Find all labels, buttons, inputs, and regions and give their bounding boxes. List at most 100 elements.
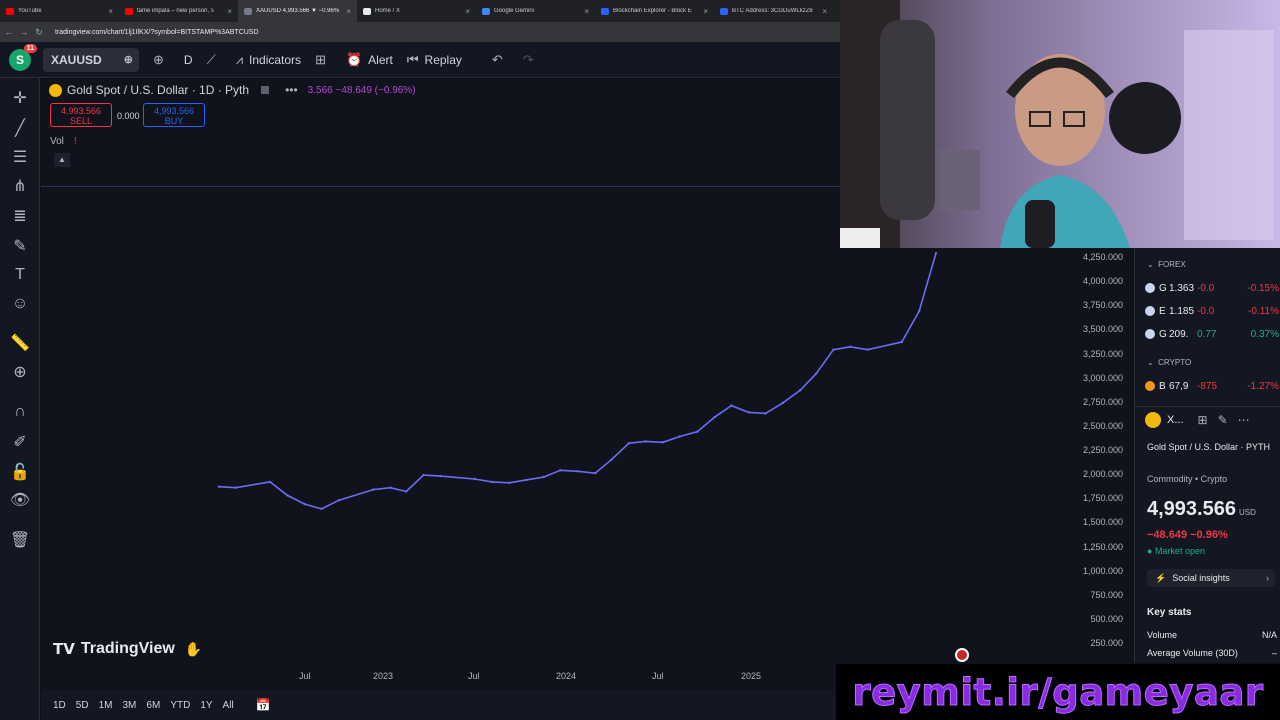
replay-button[interactable]: ⏮ Replay <box>407 52 462 68</box>
emoji-icon[interactable]: ☺ <box>8 292 32 316</box>
price-point <box>559 469 562 472</box>
grid-icon[interactable]: ⊞ <box>1198 413 1208 427</box>
price-point <box>644 440 647 443</box>
browser-tab[interactable]: Home / X × <box>357 0 476 22</box>
watchlist-row[interactable]: G 1.363 -0.0 -0.15% <box>1145 280 1279 296</box>
edit-icon[interactable]: ✎ <box>1218 413 1228 427</box>
more-icon[interactable]: ⋯ <box>1238 413 1250 427</box>
close-icon[interactable]: × <box>703 7 708 16</box>
price-tick-label: 1,000.000 <box>1082 565 1123 576</box>
close-icon[interactable]: × <box>822 7 827 16</box>
detail-category: Commodity • Crypto <box>1147 474 1228 484</box>
redo-button[interactable]: ↷ <box>523 52 540 68</box>
lock-icon[interactable]: 🔓 <box>8 460 32 484</box>
browser-tab[interactable]: YouTube × <box>0 0 119 22</box>
tab-title: Home / X <box>375 8 401 14</box>
range-button[interactable]: 5D <box>76 700 89 711</box>
buy-button[interactable]: 4,993.566 BUY <box>143 103 205 127</box>
avatar[interactable]: S 11 <box>9 43 37 71</box>
collapse-chevron-icon[interactable]: ▲ <box>54 153 70 167</box>
price-point <box>730 404 733 407</box>
market-status: ● Market open <box>1147 546 1205 556</box>
detail-name[interactable]: Gold Spot / U.S. Dollar · PYTH <box>1147 440 1277 454</box>
back-icon[interactable]: ← <box>3 27 15 37</box>
ruler-icon[interactable]: 📏 <box>8 331 32 355</box>
detail-symbol[interactable]: X... <box>1167 414 1184 426</box>
tab-favicon-icon <box>6 7 14 15</box>
text-icon[interactable]: T <box>8 263 32 287</box>
range-button[interactable]: 1M <box>99 700 113 711</box>
alert-button[interactable]: ⏰ Alert <box>346 52 393 68</box>
close-icon[interactable]: × <box>227 7 232 16</box>
horizontal-lines-icon[interactable]: ☰ <box>8 145 32 169</box>
price-point <box>389 486 392 489</box>
watchlist-row[interactable]: G 209. 0.77 0.37% <box>1145 326 1279 342</box>
crosshair-icon[interactable]: ✛ <box>8 86 32 110</box>
watchlist-sym: G <box>1159 282 1167 294</box>
price-point <box>627 442 630 445</box>
fib-icon[interactable]: ≣ <box>8 204 32 228</box>
watchlist-price: 1.185 <box>1169 305 1195 317</box>
compare-icon[interactable]: ⊕ <box>124 53 133 66</box>
trash-icon[interactable]: 🗑 <box>8 528 32 552</box>
tab-title: XAUUSD 4,993.566 ▼ −0.96% <box>256 8 340 14</box>
layouts-button[interactable]: ⊞ <box>315 52 332 68</box>
magnet-icon[interactable]: ∩ <box>8 400 32 424</box>
chart-type-button[interactable]: ⟋ <box>207 52 222 68</box>
browser-tab[interactable]: tame impala – new person, s × <box>119 0 238 22</box>
range-button[interactable]: 6M <box>146 700 160 711</box>
us-flag-icon <box>955 648 969 662</box>
reload-icon[interactable]: ↻ <box>33 27 45 38</box>
range-button[interactable]: All <box>223 700 234 711</box>
grid-icon: ⊞ <box>315 51 326 67</box>
trend-line-icon[interactable]: ╱ <box>8 116 32 140</box>
close-icon[interactable]: × <box>465 7 470 16</box>
zoom-icon[interactable]: ⊕ <box>8 360 32 384</box>
range-button[interactable]: 1D <box>53 700 66 711</box>
close-icon[interactable]: × <box>346 7 351 16</box>
undo-button[interactable]: ↶ <box>492 52 509 68</box>
key-stat-row: Average Volume (30D) – <box>1147 648 1277 658</box>
sell-button[interactable]: 4,993.566 SELL <box>50 103 112 127</box>
eye-icon[interactable]: 👁 <box>8 488 32 512</box>
pitchfork-icon[interactable]: ⋔ <box>8 174 32 198</box>
interval-button[interactable]: D <box>184 53 193 67</box>
tab-title: Blockchain Explorer - Block E <box>613 8 692 14</box>
browser-tab[interactable]: Blockchain Explorer - Block E × <box>595 0 714 22</box>
flag-icon[interactable] <box>261 86 270 94</box>
add-symbol-button[interactable]: ⊕ <box>153 52 170 68</box>
symbol-search[interactable]: XAUUSD ⊕ <box>43 47 139 72</box>
price-point <box>747 411 750 414</box>
more-icon[interactable]: ••• <box>285 83 298 97</box>
price-point <box>610 458 613 461</box>
legend-title: Gold Spot / U.S. Dollar · 1D · Pyth <box>67 83 250 97</box>
watchlist-row[interactable]: E 1.185 -0.0 -0.11% <box>1145 303 1279 319</box>
price-tick-label: 2,000.000 <box>1082 469 1123 480</box>
browser-tab[interactable]: Google Gemini × <box>476 0 595 22</box>
range-button[interactable]: 3M <box>123 700 137 711</box>
browser-tab[interactable]: BTC Address: 3CGDuWLkzZ6 × <box>714 0 833 22</box>
legend-change: 3.566 −48.649 (−0.96%) <box>307 84 416 96</box>
chart-toolbar: S 11 XAUUSD ⊕ ⊕ D ⟋ ⩘ Indicators ⊞ ⏰ Alert ⏮… <box>0 42 842 78</box>
tab-favicon-icon <box>244 7 252 15</box>
indicators-button[interactable]: ⩘ Indicators <box>236 52 301 68</box>
browser-tab[interactable]: XAUUSD 4,993.566 ▼ −0.96% × <box>238 0 357 22</box>
tab-title: tame impala – new person, s <box>137 8 214 14</box>
url-field[interactable]: tradingview.com/chart/1lj1IlKX/?symbol=B… <box>55 29 259 36</box>
forex-section-label[interactable]: ⌄ FOREX <box>1147 260 1186 269</box>
watchlist-row[interactable]: B 67,9 -875 -1.27% <box>1145 378 1279 394</box>
key-stat-value: – <box>1271 648 1277 658</box>
range-button[interactable]: 1Y <box>200 700 212 711</box>
price-point <box>439 474 442 478</box>
lock-drawing-icon[interactable]: ✐ <box>8 430 32 454</box>
brush-icon[interactable]: ✎ <box>8 234 32 258</box>
forward-icon[interactable]: → <box>18 27 30 37</box>
range-button[interactable]: YTD <box>170 700 190 711</box>
watchlist-pct: -1.27% <box>1247 380 1279 392</box>
calendar-icon[interactable]: 📅 <box>256 698 271 712</box>
crypto-section-label[interactable]: ⌄ CRYPTO <box>1147 358 1191 367</box>
line-chart-icon: ⟋ <box>206 51 216 67</box>
social-insights-button[interactable]: ⚡ Social insights › <box>1147 569 1275 587</box>
close-icon[interactable]: × <box>108 7 113 16</box>
close-icon[interactable]: × <box>584 7 589 16</box>
